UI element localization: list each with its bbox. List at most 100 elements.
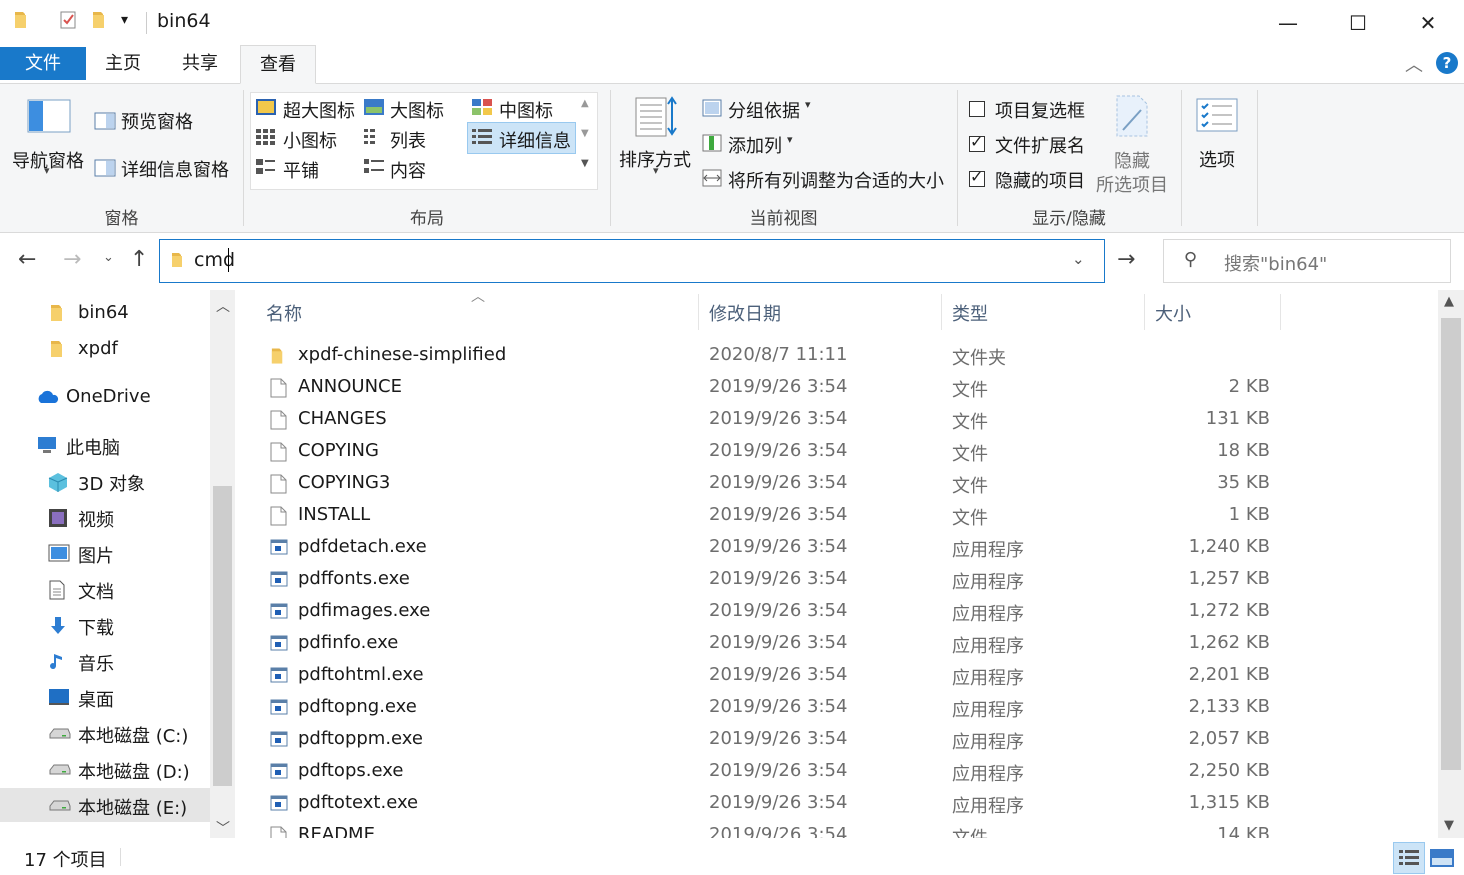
nav-item[interactable]: 下载 [0, 608, 210, 642]
column-header-date[interactable]: 修改日期 [709, 300, 781, 326]
column-header-type[interactable]: 类型 [952, 300, 988, 326]
text-caret [228, 248, 229, 272]
file-row[interactable]: COPYING3 2019/9/26 3:54 文件 35 KB [235, 468, 1438, 500]
file-row[interactable]: pdftohtml.exe 2019/9/26 3:54 应用程序 2,201 KB [235, 660, 1438, 692]
minimize-button[interactable]: — [1253, 0, 1323, 45]
gallery-expand-icon[interactable]: ▼ [581, 158, 589, 169]
small-icons-option[interactable]: 小图标 [283, 127, 337, 153]
sort-by-dropdown-icon[interactable]: ▾ [653, 164, 659, 177]
medium-icons-option[interactable]: 中图标 [499, 97, 553, 123]
tab-file[interactable]: 文件 [0, 47, 86, 80]
nav-pane-dropdown-icon[interactable]: ▾ [44, 164, 50, 177]
nav-item[interactable]: 视频 [0, 500, 210, 534]
nav-item[interactable]: 音乐 [0, 644, 210, 678]
column-divider[interactable] [941, 294, 942, 330]
back-arrow-icon[interactable]: ← [18, 247, 36, 272]
add-columns-button[interactable]: 添加列 [728, 132, 782, 158]
tab-view[interactable]: 查看 [240, 45, 316, 84]
content-option[interactable]: 内容 [390, 157, 426, 183]
search-box[interactable]: ⚲ 搜索"bin64" [1163, 239, 1451, 283]
extra-large-icons-option[interactable]: 超大图标 [283, 97, 355, 123]
hide-selected-label-1[interactable]: 隐藏 [1114, 147, 1150, 173]
nav-item[interactable]: 本地磁盘 (C:) [0, 716, 210, 750]
file-row[interactable]: xpdf-chinese-simplified 2020/8/7 11:11 文件夹 [235, 340, 1438, 372]
large-icons-view-toggle[interactable] [1428, 842, 1458, 872]
sort-by-icon[interactable] [635, 96, 679, 138]
scroll-up-chevron-icon[interactable]: ︿ [216, 296, 230, 316]
group-by-button[interactable]: 分组依据 [728, 97, 800, 123]
file-extensions-checkbox[interactable] [969, 132, 985, 152]
tab-share[interactable]: 共享 [169, 45, 231, 82]
file-list-scrollbar-thumb[interactable] [1441, 318, 1461, 770]
nav-item[interactable]: 本地磁盘 (D:) [0, 752, 210, 786]
tiles-option[interactable]: 平铺 [283, 157, 319, 183]
maximize-button[interactable]: ☐ [1323, 0, 1393, 45]
gallery-scroll-up-icon[interactable]: ▲ [581, 98, 589, 109]
file-row[interactable]: pdftoppm.exe 2019/9/26 3:54 应用程序 2,057 KB [235, 724, 1438, 756]
nav-item[interactable]: OneDrive [0, 380, 210, 414]
up-arrow-icon[interactable]: ↑ [130, 247, 148, 272]
search-placeholder[interactable]: 搜索"bin64" [1224, 250, 1327, 276]
hide-selected-label-2[interactable]: 所选项目 [1096, 171, 1168, 197]
hidden-items-checkbox[interactable] [969, 167, 985, 187]
help-icon[interactable]: ? [1436, 52, 1458, 74]
nav-item[interactable]: bin64 [0, 296, 210, 330]
column-divider[interactable] [1144, 294, 1145, 330]
scroll-down-triangle-icon[interactable]: ▼ [1444, 818, 1454, 833]
tab-home[interactable]: 主页 [93, 45, 153, 82]
size-all-columns-button[interactable]: 将所有列调整为合适的大小 [728, 167, 944, 193]
nav-item[interactable]: 3D 对象 [0, 464, 210, 498]
file-row[interactable]: COPYING 2019/9/26 3:54 文件 18 KB [235, 436, 1438, 468]
nav-item[interactable]: 本地磁盘 (E:) [0, 788, 210, 822]
file-row[interactable]: CHANGES 2019/9/26 3:54 文件 131 KB [235, 404, 1438, 436]
column-header-name[interactable]: 名称 [266, 300, 302, 326]
details-view-toggle[interactable] [1393, 842, 1425, 874]
options-button[interactable]: 选项 [1199, 146, 1235, 172]
file-row[interactable]: pdftopng.exe 2019/9/26 3:54 应用程序 2,133 KB [235, 692, 1438, 724]
group-by-dropdown-icon[interactable]: ▾ [805, 98, 811, 111]
file-row[interactable]: pdftops.exe 2019/9/26 3:54 应用程序 2,250 KB [235, 756, 1438, 788]
column-divider[interactable] [1280, 294, 1281, 330]
gallery-scroll-down-icon[interactable]: ▼ [581, 128, 589, 139]
navigation-pane-icon[interactable] [27, 99, 71, 133]
recent-locations-chevron-icon[interactable]: ⌄ [103, 250, 114, 265]
close-button[interactable]: ✕ [1393, 0, 1463, 45]
options-icon[interactable] [1196, 98, 1238, 132]
nav-scrollbar-thumb[interactable] [213, 486, 232, 786]
properties-icon[interactable] [58, 10, 78, 30]
details-pane-button[interactable]: 详细信息窗格 [121, 156, 229, 182]
address-dropdown-chevron-icon[interactable]: ⌄ [1072, 250, 1085, 268]
scroll-up-triangle-icon[interactable]: ▲ [1444, 294, 1454, 309]
column-divider[interactable] [698, 294, 699, 330]
large-icons-option[interactable]: 大图标 [390, 97, 444, 123]
nav-item[interactable]: 桌面 [0, 680, 210, 714]
new-folder-icon[interactable] [90, 10, 110, 30]
forward-arrow-icon[interactable]: → [63, 247, 81, 272]
collapse-ribbon-chevron-icon[interactable]: ︿ [1405, 51, 1423, 77]
file-row[interactable]: INSTALL 2019/9/26 3:54 文件 1 KB [235, 500, 1438, 532]
nav-item[interactable]: xpdf [0, 332, 210, 366]
add-columns-dropdown-icon[interactable]: ▾ [787, 133, 793, 146]
file-row[interactable]: pdfinfo.exe 2019/9/26 3:54 应用程序 1,262 KB [235, 628, 1438, 660]
file-row[interactable]: pdftotext.exe 2019/9/26 3:54 应用程序 1,315 KB [235, 788, 1438, 820]
scroll-down-chevron-icon[interactable]: ﹀ [216, 818, 230, 838]
file-list-scrollbar[interactable]: ▲ ▼ [1438, 290, 1464, 838]
nav-item[interactable]: 图片 [0, 536, 210, 570]
file-row[interactable]: ANNOUNCE 2019/9/26 3:54 文件 2 KB [235, 372, 1438, 404]
nav-scrollbar[interactable]: ︿ ﹀ [210, 290, 235, 838]
column-header-size[interactable]: 大小 [1155, 300, 1191, 326]
go-arrow-icon[interactable]: → [1117, 247, 1135, 272]
hide-selected-items-icon[interactable] [1115, 94, 1149, 138]
details-option[interactable]: 详细信息 [499, 127, 571, 153]
list-option[interactable]: 列表 [390, 127, 426, 153]
customize-qat-chevron-icon[interactable]: ▾ [121, 12, 128, 28]
file-row[interactable]: pdfimages.exe 2019/9/26 3:54 应用程序 1,272 KB [235, 596, 1438, 628]
file-row[interactable]: pdffonts.exe 2019/9/26 3:54 应用程序 1,257 KB [235, 564, 1438, 596]
nav-item[interactable]: 文档 [0, 572, 210, 606]
file-row[interactable]: pdfdetach.exe 2019/9/26 3:54 应用程序 1,240 KB [235, 532, 1438, 564]
file-row[interactable]: README 2019/9/26 3:54 文件 14 KB [235, 820, 1438, 838]
preview-pane-button[interactable]: 预览窗格 [121, 108, 193, 134]
nav-item[interactable]: 此电脑 [0, 428, 210, 462]
item-checkboxes-checkbox[interactable] [969, 101, 985, 117]
address-bar[interactable]: cmd ⌄ [159, 239, 1105, 283]
